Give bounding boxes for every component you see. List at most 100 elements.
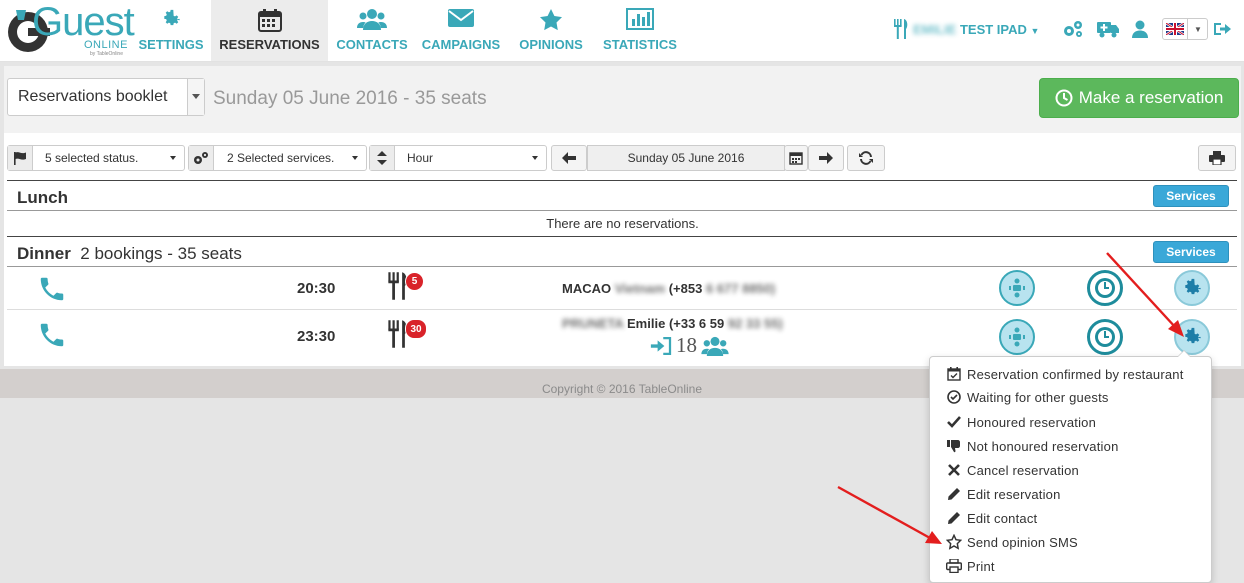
ambulance-icon[interactable] xyxy=(1097,20,1119,38)
arrow-left-icon xyxy=(562,152,576,164)
row-actions-button[interactable] xyxy=(1174,270,1210,306)
user-name: TEST IPAD xyxy=(959,22,1027,37)
star-icon xyxy=(540,9,562,31)
nav-statistics[interactable]: STATISTICS xyxy=(596,0,684,61)
caret-down-icon xyxy=(170,156,176,160)
check-icon xyxy=(947,416,961,428)
caret-down-icon xyxy=(352,156,358,160)
chevron-down-icon: ▼ xyxy=(1030,26,1040,36)
menu-item-cancel[interactable]: Cancel reservation xyxy=(946,460,1079,480)
clock-status-button[interactable] xyxy=(1087,270,1123,306)
nav-settings[interactable]: SETTINGS xyxy=(134,0,208,61)
reservations-panel: Reservations booklet Sunday 05 June 2016… xyxy=(4,66,1241,366)
pencil-icon xyxy=(948,488,960,500)
next-day-button[interactable] xyxy=(808,145,844,171)
annotation-arrow-to-send-sms xyxy=(837,485,942,544)
menu-item-honoured[interactable]: Honoured reservation xyxy=(946,412,1096,432)
print-button[interactable] xyxy=(1198,145,1236,171)
menu-item-waiting[interactable]: Waiting for other guests xyxy=(946,387,1109,407)
bar-chart-icon xyxy=(626,8,654,30)
sign-in-icon xyxy=(650,336,672,355)
reservation-actions-menu: Reservation confirmed by restaurant Wait… xyxy=(929,350,1212,583)
phone-icon[interactable] xyxy=(36,274,68,304)
arrived-guests: 18 xyxy=(650,333,729,358)
menu-item-print[interactable]: Print xyxy=(946,556,995,576)
booklet-select[interactable]: Reservations booklet xyxy=(7,78,205,116)
make-reservation-button[interactable]: Make a reservation xyxy=(1039,78,1239,118)
reservation-time: 20:30 xyxy=(297,280,336,297)
covers-badge: 30 xyxy=(405,319,427,339)
covers-indicator: 30 xyxy=(387,319,427,348)
arrow-right-icon xyxy=(819,152,833,164)
table-icon xyxy=(1009,278,1025,298)
lunch-services-button[interactable]: Services xyxy=(1153,185,1229,207)
guest-info[interactable]: PRUNETA Emilie (+33 6 59 92 33 55) xyxy=(562,316,783,331)
logo-by: by TableOnline xyxy=(90,51,123,57)
dinner-services-button[interactable]: Services xyxy=(1153,241,1229,263)
flag-icon xyxy=(14,152,26,165)
menu-item-send-opinion-sms[interactable]: Send opinion SMS xyxy=(946,532,1078,552)
clock-icon xyxy=(1095,327,1115,347)
thumbs-down-icon xyxy=(947,440,960,453)
print-icon xyxy=(1209,151,1225,165)
user-icon[interactable] xyxy=(1132,20,1148,38)
menu-item-edit-reservation[interactable]: Edit reservation xyxy=(946,484,1061,504)
page-title: Sunday 05 June 2016 - 35 seats xyxy=(213,88,487,109)
calendar-icon xyxy=(789,152,803,165)
logo-sub: ONLINE xyxy=(84,39,128,51)
star-outline-icon xyxy=(946,534,962,550)
nav-campaigns[interactable]: CAMPAIGNS xyxy=(417,0,505,61)
chevron-down-icon: ▼ xyxy=(1187,19,1208,39)
envelope-icon xyxy=(448,9,474,27)
refresh-icon xyxy=(859,151,873,165)
clock-icon xyxy=(1055,89,1073,107)
menu-item-not-honoured[interactable]: Not honoured reservation xyxy=(946,436,1119,456)
services-filter[interactable]: 2 Selected services. xyxy=(188,145,367,171)
status-filter[interactable]: 5 selected status. xyxy=(7,145,185,171)
sort-select[interactable]: Hour xyxy=(369,145,547,171)
top-navbar: Guest ONLINE by TableOnline SETTINGS RES… xyxy=(0,0,1244,62)
nav-reservations[interactable]: RESERVATIONS xyxy=(211,0,328,61)
table-assign-button[interactable] xyxy=(999,270,1035,306)
chevron-down-icon xyxy=(187,79,204,115)
calendar-icon xyxy=(257,9,282,32)
nav-opinions[interactable]: OPINIONS xyxy=(512,0,590,61)
pencil-icon xyxy=(948,512,960,524)
logout-icon[interactable] xyxy=(1214,21,1232,37)
menu-item-confirmed[interactable]: Reservation confirmed by restaurant xyxy=(946,364,1184,384)
user-menu[interactable]: EMILIE TEST IPAD ▼ xyxy=(913,22,1039,37)
times-icon xyxy=(948,464,960,476)
dinner-summary: 2 bookings - 35 seats xyxy=(80,244,242,263)
calendar-button[interactable] xyxy=(784,145,808,171)
sort-icon xyxy=(377,151,387,165)
table-assign-button[interactable] xyxy=(999,319,1035,355)
check-circle-icon xyxy=(947,390,961,404)
language-select[interactable]: ▼ xyxy=(1162,18,1208,40)
refresh-button[interactable] xyxy=(847,145,885,171)
lunch-empty-text: There are no reservations. xyxy=(546,216,699,231)
covers-indicator: 5 xyxy=(387,272,424,300)
users-icon xyxy=(701,336,729,356)
nav-contacts[interactable]: CONTACTS xyxy=(333,0,411,61)
section-lunch-title: Lunch xyxy=(17,188,68,207)
print-icon xyxy=(946,559,962,573)
gears-icon xyxy=(194,152,208,164)
gear-icon xyxy=(1185,278,1201,295)
cutlery-icon xyxy=(894,19,908,39)
guest-info[interactable]: MACAO Vietnam (+853 6 677 8850) xyxy=(562,281,775,296)
caret-down-icon xyxy=(532,156,538,160)
table-icon xyxy=(1009,327,1025,347)
gear-icon xyxy=(1185,327,1201,344)
date-input[interactable]: Sunday 05 June 2016 xyxy=(587,145,785,171)
section-dinner-title: Dinner 2 bookings - 35 seats xyxy=(17,244,242,263)
clock-status-button[interactable] xyxy=(1087,319,1123,355)
previous-day-button[interactable] xyxy=(551,145,587,171)
arrived-count: 18 xyxy=(676,333,697,357)
app-logo[interactable]: Guest ONLINE by TableOnline xyxy=(4,0,135,58)
covers-badge: 5 xyxy=(405,272,424,291)
gear-icon xyxy=(164,9,180,26)
menu-item-edit-contact[interactable]: Edit contact xyxy=(946,508,1037,528)
phone-icon[interactable] xyxy=(36,320,68,350)
clock-icon xyxy=(1095,278,1115,298)
gears-icon[interactable] xyxy=(1062,19,1084,39)
